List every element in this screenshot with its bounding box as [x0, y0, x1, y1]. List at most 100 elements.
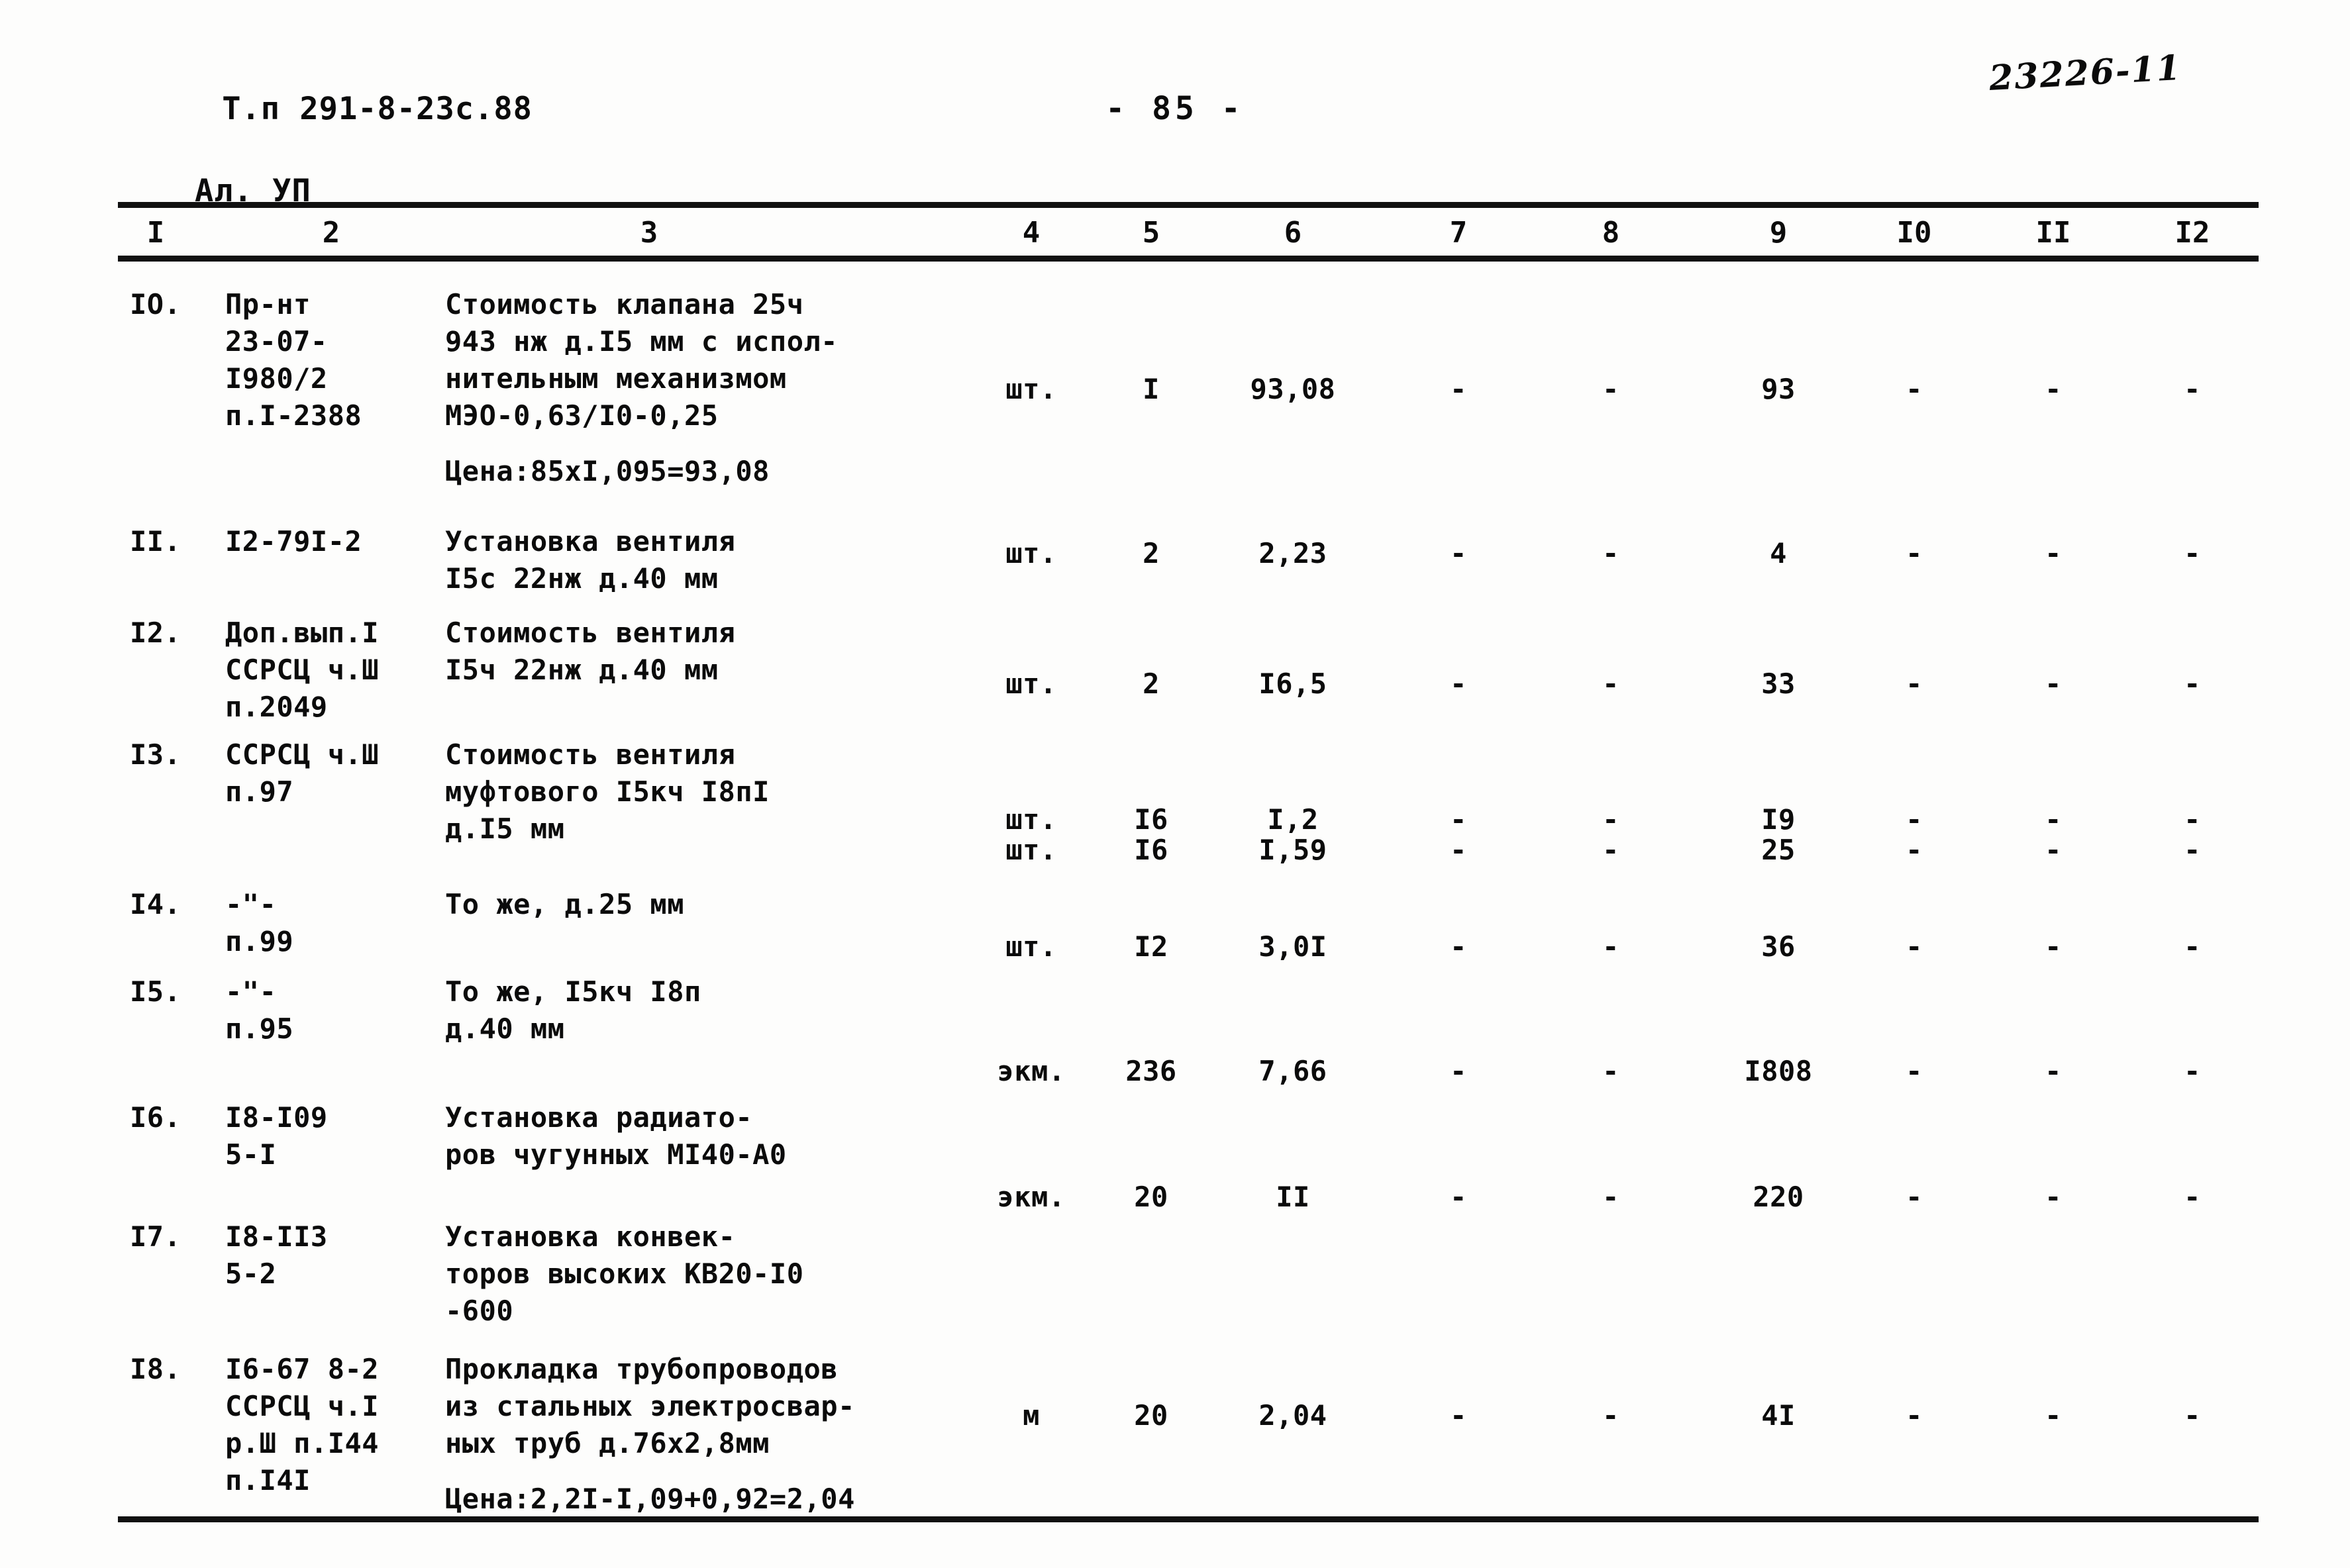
row-number: II. — [130, 525, 181, 558]
row-price-note: Цена:85хI,095=93,08 — [445, 455, 770, 487]
row-col12: - — [2184, 1055, 2201, 1087]
row-description-line: нительным механизмом — [445, 362, 787, 395]
row-price-note: Цена:2,2I-I,09+0,92=2,04 — [445, 1483, 855, 1515]
row-col11: - — [2045, 373, 2062, 405]
table-header-border — [118, 256, 2259, 262]
row-description-line: Установка конвек- — [445, 1220, 736, 1253]
table-top-border — [118, 202, 2259, 208]
row-col7: - — [1450, 1181, 1467, 1213]
row-unit-price: II — [1276, 1181, 1310, 1213]
row-quantity: I2 — [1134, 930, 1168, 963]
column-header-9: 9 — [1769, 216, 1788, 250]
row-quantity: 2 — [1143, 667, 1160, 700]
row-description-line: Прокладка трубопроводов — [445, 1353, 839, 1385]
row-description-line: Стоимость вентиля — [445, 738, 736, 771]
column-header-3: 3 — [640, 216, 658, 250]
row-number: I4. — [130, 888, 181, 920]
row-col10: - — [1906, 834, 1923, 866]
row-description-line: из стальных электросвар- — [445, 1390, 855, 1422]
row-total: 4 — [1770, 537, 1787, 569]
document-page: Т.п 291-8-23с.88 Ал. УП - 85 - 23226-11 … — [0, 0, 2350, 1568]
column-header-12: I2 — [2174, 216, 2210, 250]
row-quantity: 20 — [1134, 1399, 1168, 1432]
row-code-line: п.99 — [225, 925, 294, 957]
row-col10: - — [1906, 1055, 1923, 1087]
row-total: 93 — [1761, 373, 1796, 405]
row-number: I5. — [130, 975, 181, 1008]
row-number: I7. — [130, 1220, 181, 1253]
row-col11: - — [2045, 537, 2062, 569]
row-col7: - — [1450, 1055, 1467, 1087]
row-col12: - — [2184, 667, 2201, 700]
row-col8: - — [1602, 930, 1619, 963]
row-col12: - — [2184, 834, 2201, 866]
row-description-line: МЭО-0,63/I0-0,25 — [445, 399, 719, 432]
row-unit-price: 2,23 — [1258, 537, 1327, 569]
row-number: IO. — [130, 288, 181, 320]
row-col11: - — [2045, 1399, 2062, 1432]
column-header-1: I — [146, 216, 165, 250]
row-total: 33 — [1761, 667, 1796, 700]
row-quantity: 236 — [1125, 1055, 1177, 1087]
column-header-6: 6 — [1284, 216, 1302, 250]
row-col12: - — [2184, 537, 2201, 569]
row-col7: - — [1450, 1399, 1467, 1432]
row-col10: - — [1906, 537, 1923, 569]
row-col7: - — [1450, 667, 1467, 700]
row-quantity: I — [1143, 373, 1160, 405]
row-total: I808 — [1744, 1055, 1813, 1087]
row-col10: - — [1906, 667, 1923, 700]
row-total: 36 — [1761, 930, 1796, 963]
column-header-10: I0 — [1896, 216, 1932, 250]
row-number: I8. — [130, 1353, 181, 1385]
row-col8: - — [1602, 537, 1619, 569]
row-unit-price: I6,5 — [1258, 667, 1327, 700]
row-unit-price: 2,04 — [1258, 1399, 1327, 1432]
row-description-line: торов высоких КВ20-I0 — [445, 1257, 804, 1290]
row-col8: - — [1602, 1399, 1619, 1432]
row-col8: - — [1602, 667, 1619, 700]
row-col11: - — [2045, 1055, 2062, 1087]
row-unit-price: 93,08 — [1250, 373, 1336, 405]
row-col10: - — [1906, 373, 1923, 405]
row-col8: - — [1602, 1181, 1619, 1213]
row-col10: - — [1906, 1399, 1923, 1432]
row-description-line: ров чугунных МI40-А0 — [445, 1138, 787, 1171]
column-header-7: 7 — [1449, 216, 1468, 250]
row-description-line: I5ч 22нж д.40 мм — [445, 654, 719, 686]
row-unit-price: 3,0I — [1258, 930, 1327, 963]
row-col8: - — [1602, 834, 1619, 866]
row-description-line: д.I5 мм — [445, 812, 565, 845]
row-quantity: 2 — [1143, 537, 1160, 569]
row-quantity: I6 — [1134, 834, 1168, 866]
row-description-line: Установка вентиля — [445, 525, 736, 558]
row-col10: - — [1906, 930, 1923, 963]
row-col11: - — [2045, 667, 2062, 700]
row-col10: - — [1906, 1181, 1923, 1213]
row-description-line: муфтового I5кч I8пI — [445, 775, 770, 808]
row-col12: - — [2184, 930, 2201, 963]
row-number: I2. — [130, 616, 181, 649]
row-description-line: -600 — [445, 1295, 514, 1327]
row-unit-price: 7,66 — [1258, 1055, 1327, 1087]
column-header-4: 4 — [1022, 216, 1041, 250]
column-header-11: II — [2035, 216, 2071, 250]
column-header-5: 5 — [1142, 216, 1160, 250]
row-number: I3. — [130, 738, 181, 771]
row-description-line: д.40 мм — [445, 1012, 565, 1045]
row-col7: - — [1450, 537, 1467, 569]
row-description-line: То же, I5кч I8п — [445, 975, 701, 1008]
row-col11: - — [2045, 834, 2062, 866]
row-description-line: То же, д.25 мм — [445, 888, 685, 920]
row-description-line: Стоимость клапана 25ч — [445, 288, 804, 320]
row-total: 25 — [1761, 834, 1796, 866]
row-col12: - — [2184, 1181, 2201, 1213]
row-col12: - — [2184, 373, 2201, 405]
row-description-line: Стоимость вентиля — [445, 616, 736, 649]
row-number: I6. — [130, 1101, 181, 1134]
row-total: 4I — [1761, 1399, 1796, 1432]
row-description-line: ных труб д.76х2,8мм — [445, 1427, 770, 1459]
row-description-line: Установка радиато- — [445, 1101, 753, 1134]
row-col7: - — [1450, 373, 1467, 405]
row-code-line: п.2049 — [225, 691, 328, 723]
